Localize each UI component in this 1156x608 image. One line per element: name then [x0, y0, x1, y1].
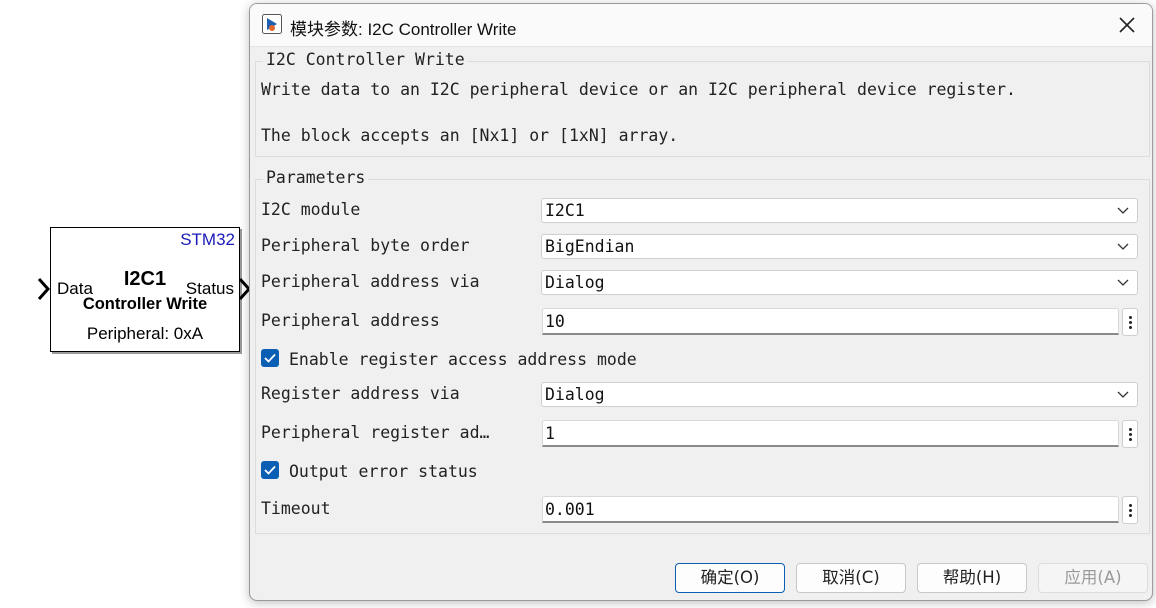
- cancel-button[interactable]: 取消(C): [796, 563, 906, 593]
- description-line1: Write data to an I2C peripheral device o…: [261, 80, 1016, 99]
- timeout-label: Timeout: [261, 499, 331, 518]
- timeout-input[interactable]: 0.001: [542, 496, 1119, 523]
- apply-button[interactable]: 应用(A): [1038, 563, 1148, 593]
- simulink-block-icon: [262, 14, 282, 34]
- checkmark-icon: [264, 465, 276, 475]
- chevron-down-icon: [1117, 243, 1129, 250]
- chevron-down-icon: [1117, 207, 1129, 214]
- register-address-label: Peripheral register ad…: [261, 423, 490, 442]
- description-line2: The block accepts an [Nx1] or [1xN] arra…: [261, 126, 679, 145]
- description-heading: I2C Controller Write: [263, 50, 468, 69]
- enable-register-checkbox[interactable]: [261, 349, 279, 367]
- dialog-titlebar[interactable]: 模块参数: I2C Controller Write: [250, 4, 1152, 47]
- help-button[interactable]: 帮助(H): [917, 563, 1027, 593]
- chevron-down-icon: [1117, 391, 1129, 398]
- timeout-value: 0.001: [545, 500, 595, 519]
- register-address-more-button[interactable]: [1122, 420, 1138, 448]
- peripheral-address-more-button[interactable]: [1122, 308, 1138, 336]
- i2c-module-label: I2C module: [261, 200, 361, 219]
- block-subtitle: Peripheral: 0xA: [86, 324, 204, 343]
- block-parameters-dialog: 模块参数: I2C Controller Write I2C Controlle…: [249, 3, 1153, 601]
- enable-register-label: Enable register access address mode: [289, 350, 637, 369]
- checkmark-icon: [264, 353, 276, 363]
- timeout-more-button[interactable]: [1122, 496, 1138, 524]
- byte-order-label: Peripheral byte order: [261, 236, 470, 255]
- byte-order-value: BigEndian: [545, 237, 635, 256]
- i2c-controller-write-block[interactable]: STM32 I2C1 Controller Write Data Status …: [50, 227, 240, 352]
- chevron-down-icon: [1117, 279, 1129, 286]
- i2c-module-select[interactable]: I2C1: [541, 198, 1138, 223]
- output-error-checkbox[interactable]: [261, 461, 279, 479]
- address-via-label: Peripheral address via: [261, 272, 480, 291]
- register-via-select[interactable]: Dialog: [541, 382, 1138, 407]
- i2c-module-value: I2C1: [545, 201, 585, 220]
- address-via-value: Dialog: [545, 273, 605, 292]
- parameters-heading: Parameters: [263, 168, 369, 187]
- address-via-select[interactable]: Dialog: [541, 270, 1138, 295]
- block-output-port-label: Status: [185, 279, 234, 298]
- register-via-label: Register address via: [261, 384, 460, 403]
- register-address-value: 1: [545, 424, 555, 443]
- input-port-arrow-icon: [37, 277, 51, 301]
- register-address-input[interactable]: 1: [542, 420, 1119, 447]
- peripheral-address-label: Peripheral address: [261, 311, 440, 330]
- block-input-port-label: Data: [57, 279, 93, 298]
- block-brand-label: STM32: [180, 230, 235, 249]
- register-via-value: Dialog: [545, 385, 605, 404]
- output-error-label: Output error status: [289, 462, 478, 481]
- byte-order-select[interactable]: BigEndian: [541, 234, 1138, 259]
- peripheral-address-input[interactable]: 10: [542, 308, 1119, 335]
- close-icon[interactable]: [1116, 14, 1138, 36]
- peripheral-address-value: 10: [545, 312, 565, 331]
- dialog-title: 模块参数: I2C Controller Write: [290, 20, 517, 39]
- ok-button[interactable]: 确定(O): [675, 563, 785, 593]
